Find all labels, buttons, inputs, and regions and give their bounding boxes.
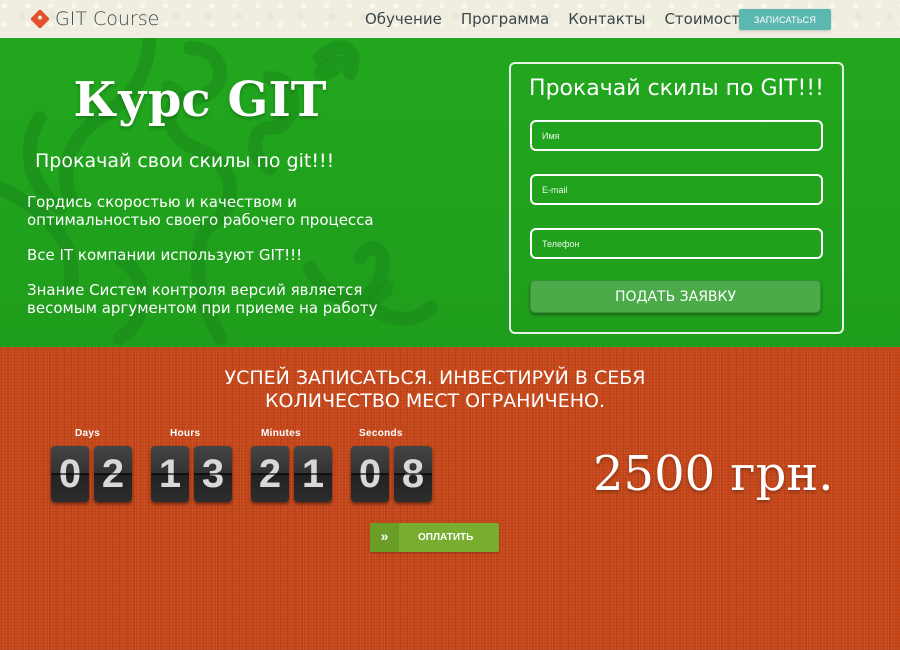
- pay-button[interactable]: » ОПЛАТИТЬ: [370, 523, 499, 552]
- double-chevron-right-icon: »: [370, 523, 399, 552]
- seconds-label: Seconds: [359, 428, 403, 439]
- minutes-digit: 2: [251, 446, 289, 502]
- minutes-digit: 1: [294, 446, 332, 502]
- hours-label: Hours: [170, 428, 201, 439]
- pay-button-label: ОПЛАТИТЬ: [418, 532, 474, 543]
- seconds-digit: 8: [394, 446, 432, 502]
- nav-item-contacts[interactable]: Контакты: [568, 10, 645, 28]
- hours-digit: 1: [151, 446, 189, 502]
- nav-item-price[interactable]: Стоимость: [664, 10, 748, 28]
- hero-title: Курс GIT: [73, 72, 327, 128]
- nav-item-program[interactable]: Программа: [461, 10, 549, 28]
- logo-text: GIT Course: [55, 8, 160, 30]
- email-field[interactable]: [530, 174, 823, 205]
- hero-section: Курс GIT Прокачай свои скилы по git!!! Г…: [0, 38, 900, 347]
- signup-form: Прокачай скилы по GIT!!! ПОДАТЬ ЗАЯВКУ: [509, 62, 844, 334]
- phone-field[interactable]: [530, 228, 823, 259]
- countdown-section: УСПЕЙ ЗАПИСАТЬСЯ. ИНВЕСТИРУЙ В СЕБЯ КОЛИ…: [0, 347, 900, 650]
- days-digit: 0: [51, 446, 89, 502]
- days-digit: 2: [94, 446, 132, 502]
- main-nav: Обучение Программа Контакты Стоимость: [365, 10, 768, 28]
- hero-paragraph-companies: Все IT компании используют GIT!!!: [27, 246, 303, 264]
- seconds-digit: 0: [351, 446, 389, 502]
- nav-item-learning[interactable]: Обучение: [365, 10, 442, 28]
- logo[interactable]: GIT Course: [30, 8, 160, 30]
- signup-button[interactable]: ЗАПИСАТЬСЯ: [739, 9, 831, 30]
- hours-digit: 3: [194, 446, 232, 502]
- site-header: GIT Course Обучение Программа Контакты С…: [0, 0, 900, 38]
- hero-paragraph-speed: Гордись скоростью и качеством и оптималь…: [27, 193, 374, 229]
- days-label: Days: [75, 428, 101, 439]
- promo-line-1: УСПЕЙ ЗАПИСАТЬСЯ. ИНВЕСТИРУЙ В СЕБЯ: [224, 367, 646, 389]
- hero-subtitle: Прокачай свои скилы по git!!!: [35, 150, 335, 172]
- form-title: Прокачай скилы по GIT!!!: [529, 76, 824, 101]
- git-logo-icon: [30, 9, 50, 29]
- course-price: 2500 грн.: [593, 446, 834, 502]
- name-field[interactable]: [530, 120, 823, 151]
- promo-line-2: КОЛИЧЕСТВО МЕСТ ОГРАНИЧЕНО.: [265, 390, 605, 412]
- minutes-label: Minutes: [261, 428, 301, 439]
- submit-application-button[interactable]: ПОДАТЬ ЗАЯВКУ: [530, 280, 821, 313]
- hero-paragraph-vcs: Знание Систем контроля версий является в…: [27, 281, 378, 317]
